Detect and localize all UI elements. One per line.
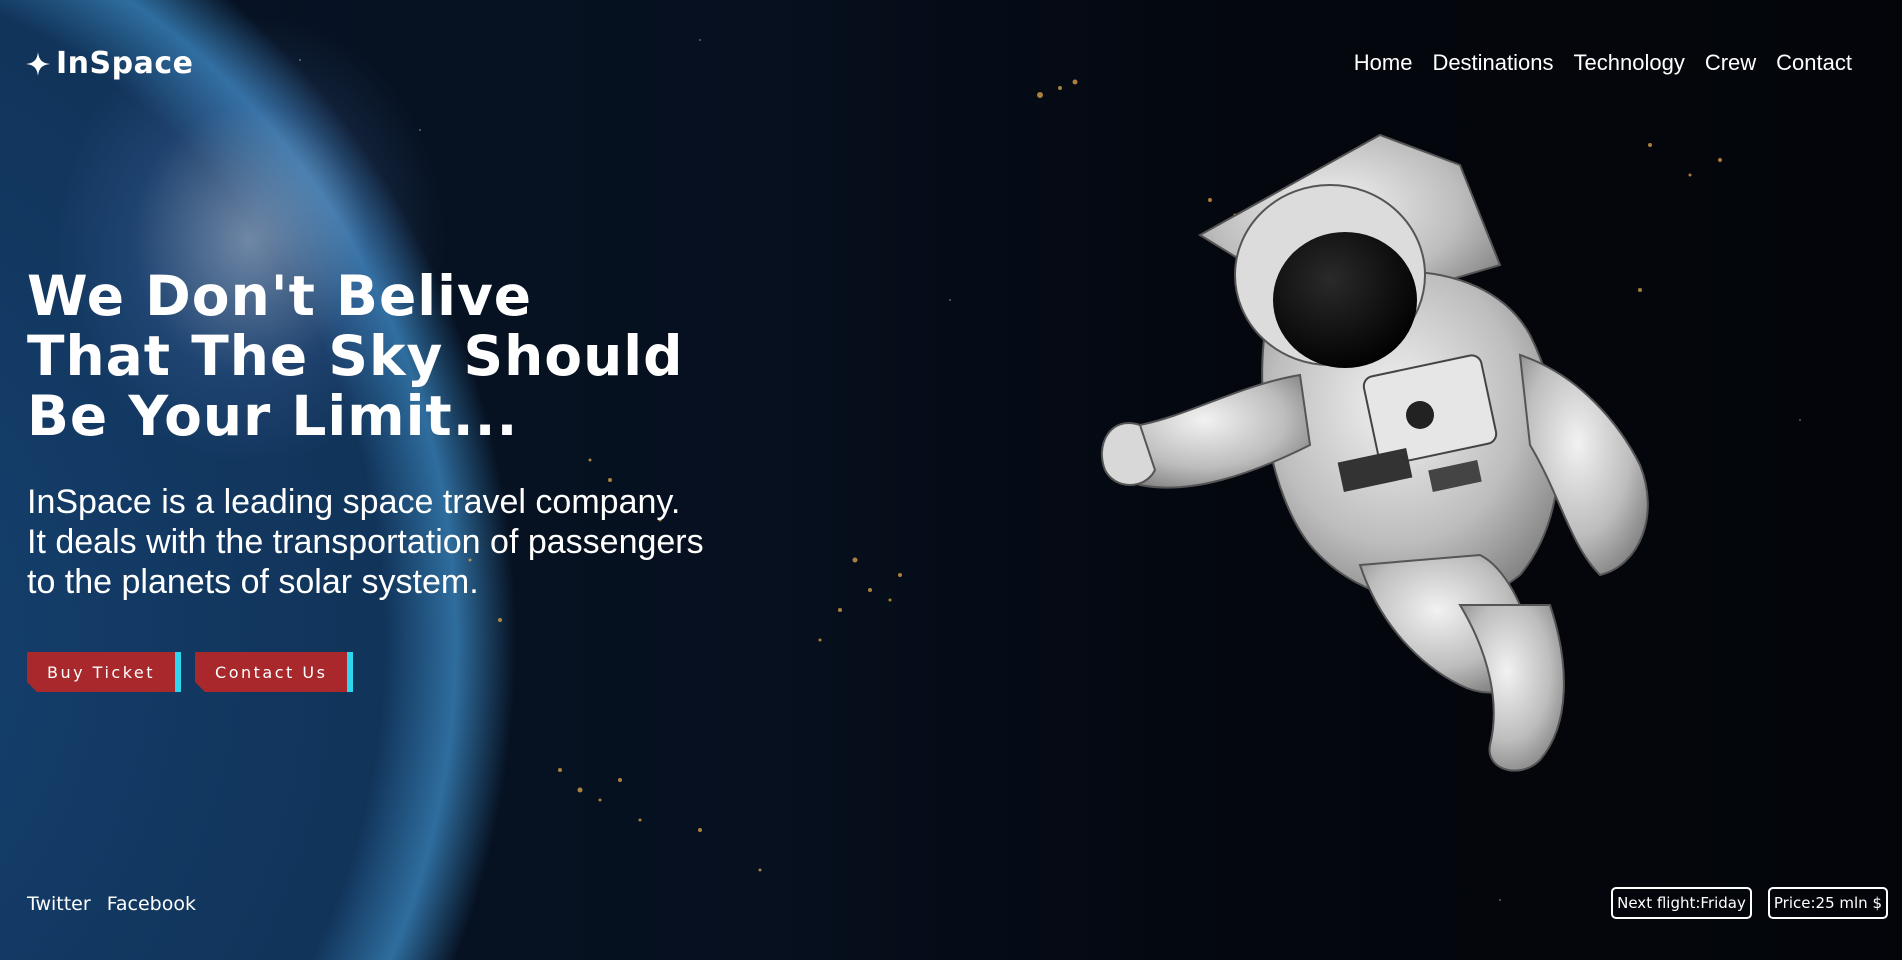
facebook-link[interactable]: Facebook xyxy=(107,893,196,915)
nav-item-home[interactable]: Home xyxy=(1354,50,1413,76)
button-accent-stripe xyxy=(175,652,182,692)
nav-item-contact[interactable]: Contact xyxy=(1776,50,1852,76)
nav-item-technology[interactable]: Technology xyxy=(1574,50,1685,76)
next-flight-badge: Next flight:Friday xyxy=(1611,887,1752,919)
hero-description-line: InSpace is a leading space travel compan… xyxy=(27,483,681,521)
brand-logo[interactable]: InSpace xyxy=(26,46,193,81)
hero-description-line: to the planets of solar system. xyxy=(27,563,479,601)
contact-us-button-group: Contact Us xyxy=(195,652,354,692)
nav-item-crew[interactable]: Crew xyxy=(1705,50,1756,76)
hero-section: We Don't Belive That The Sky Should Be Y… xyxy=(27,266,787,602)
hero-heading-line: That The Sky Should xyxy=(27,324,684,388)
social-links: Twitter Facebook xyxy=(27,893,196,915)
hero-heading-line: Be Your Limit... xyxy=(27,384,519,448)
hero-description-line: It deals with the transportation of pass… xyxy=(27,523,704,561)
main-nav: Home Destinations Technology Crew Contac… xyxy=(1354,50,1852,76)
flight-info: Next flight:Friday Price:25 mln $ xyxy=(1611,887,1888,919)
sparkle-star-icon xyxy=(26,51,50,76)
astronaut-image xyxy=(1100,133,1649,772)
hero-heading: We Don't Belive That The Sky Should Be Y… xyxy=(27,266,787,446)
buy-ticket-button-group: Buy Ticket xyxy=(27,652,182,692)
hero-page: InSpace Home Destinations Technology Cre… xyxy=(0,0,1902,960)
twitter-link[interactable]: Twitter xyxy=(27,893,91,915)
price-badge: Price:25 mln $ xyxy=(1767,887,1888,919)
brand-name: InSpace xyxy=(56,46,194,81)
buy-ticket-button[interactable]: Buy Ticket xyxy=(27,652,175,692)
contact-us-button[interactable]: Contact Us xyxy=(195,652,347,692)
nav-item-destinations[interactable]: Destinations xyxy=(1432,50,1553,76)
hero-buttons: Buy Ticket Contact Us xyxy=(27,652,354,692)
button-accent-stripe xyxy=(347,652,354,692)
hero-description: InSpace is a leading space travel compan… xyxy=(27,482,787,602)
hero-heading-line: We Don't Belive xyxy=(27,264,533,328)
